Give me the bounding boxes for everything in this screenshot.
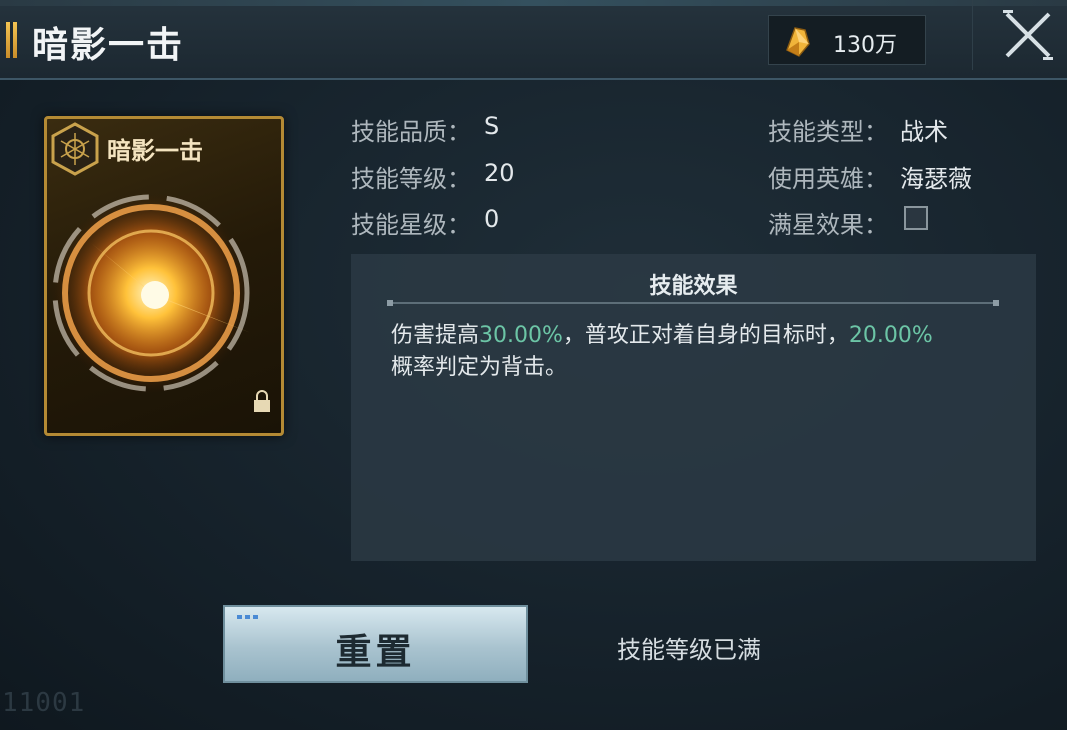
level-maxed-status: 技能等级已满 [617,636,761,664]
level-label: 技能等级： [351,165,471,193]
maxstar-label: 满星效果： [768,211,888,239]
quality-label: 技能品质： [351,118,471,146]
star-label: 技能星级： [351,211,471,239]
reset-button-label[interactable]: 重置 [225,623,526,675]
type-value: 战术 [900,118,948,146]
effect-value-damage: 30.00% [479,323,563,348]
type-label: 技能类型： [768,118,888,146]
close-icon[interactable] [1003,10,1053,60]
level-value: 20 [484,159,515,187]
hexagon-emblem-icon [51,122,99,176]
maxstar-checkbox[interactable] [904,206,928,230]
effect-text-part: 概率判定为背击。 [391,355,568,380]
lock-icon [254,390,270,412]
quality-value: S [484,112,500,140]
hero-label: 使用英雄： [768,165,888,193]
effect-title: 技能效果 [649,274,738,299]
title-accent-mark [6,22,17,58]
card-skill-name: 暗影一击 [107,136,203,165]
currency-display: 130万 [768,15,926,65]
effect-text-part: ，普攻正对着自身的目标时， [562,323,849,348]
effect-description: 伤害提高30.00%，普攻正对着自身的目标时，20.00% 概率判定为背击。 [391,320,1001,384]
hero-value: 海瑟薇 [900,165,972,193]
gold-crystal-icon [786,27,810,57]
close-button[interactable] [972,0,1067,70]
header-bar: 暗影一击 130万 [0,0,1067,80]
effect-value-chance: 20.00% [848,323,933,348]
skill-card: 暗影一击 [44,116,284,436]
golden-slash-burst-icon [51,193,277,393]
currency-amount: 130万 [833,33,897,58]
reset-button[interactable]: 重置 [223,605,528,683]
star-value: 0 [484,205,500,233]
effect-panel: 技能效果 伤害提高30.00%，普攻正对着自身的目标时，20.00% 概率判定为… [351,254,1036,561]
effect-text-part: 伤害提高 [391,323,480,348]
effect-divider [387,300,999,306]
page-title: 暗影一击 [32,24,185,66]
background-watermark: 11001 [2,688,86,718]
